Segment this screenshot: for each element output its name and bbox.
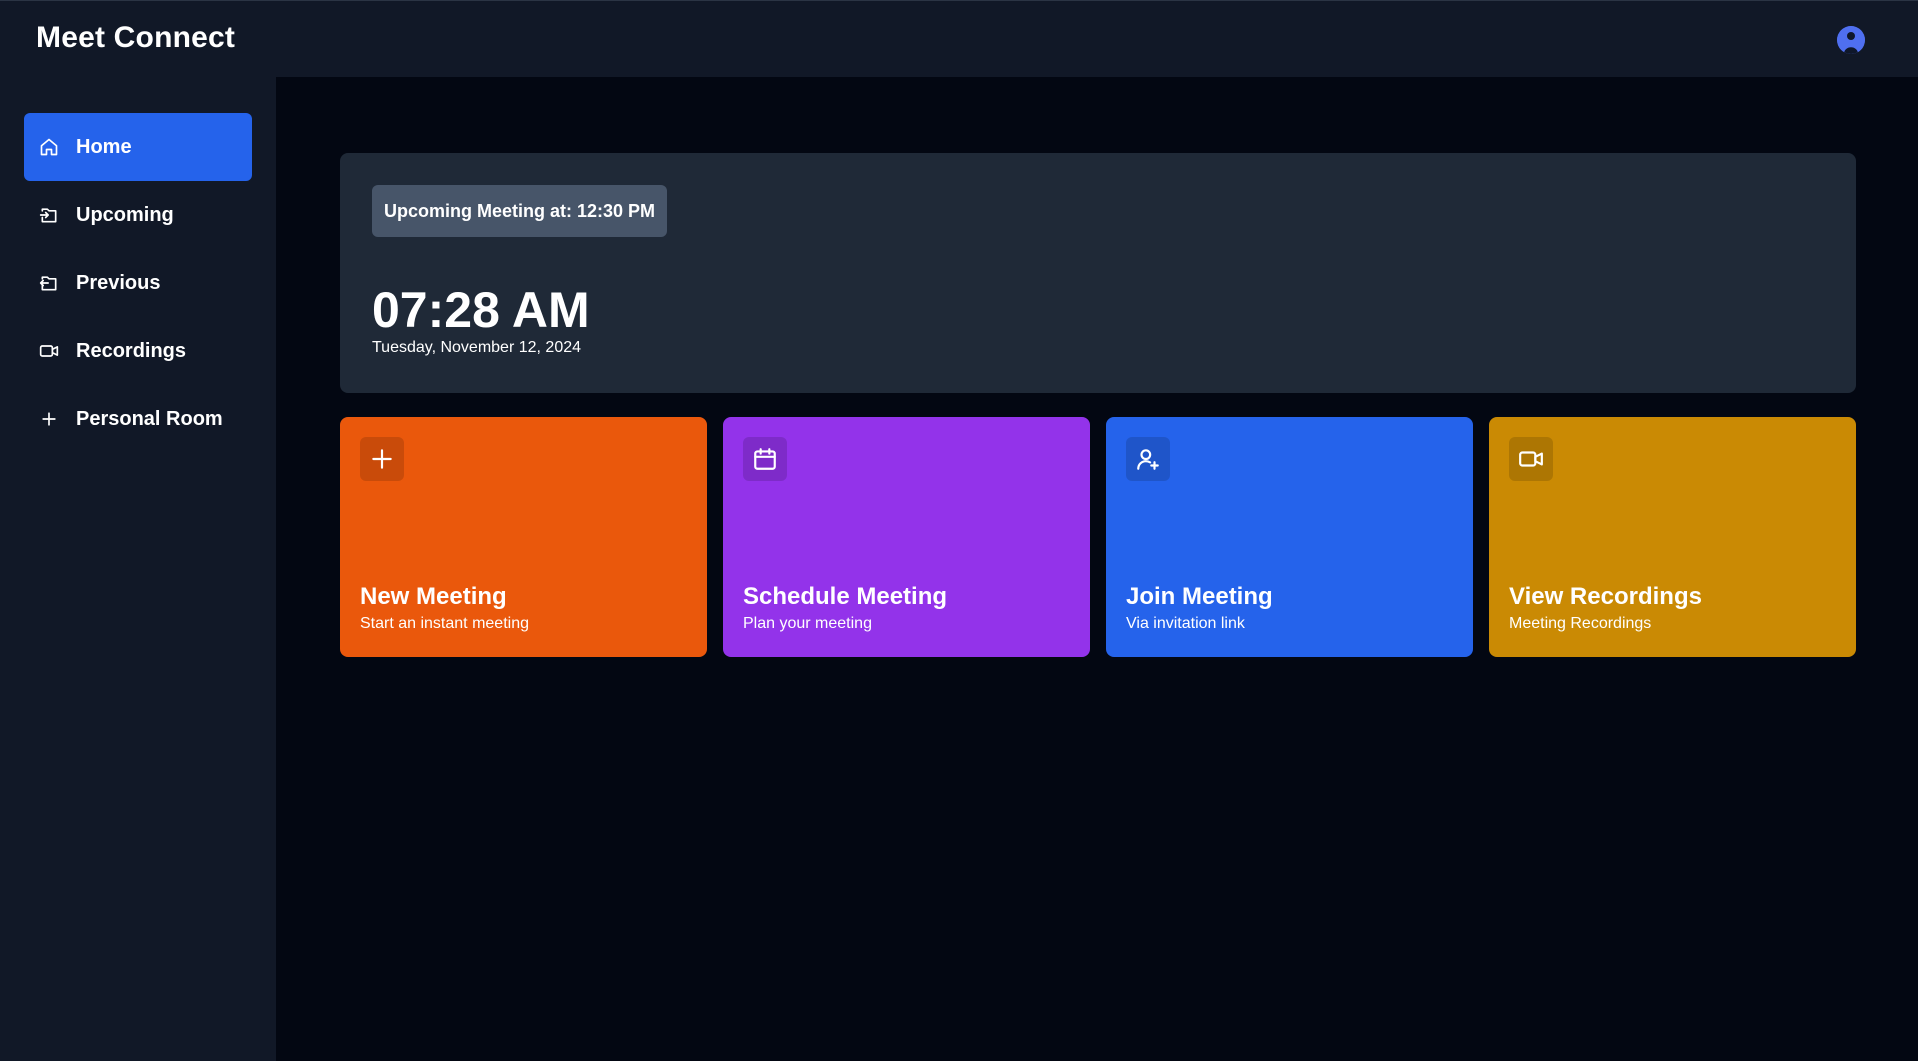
video-icon: [1509, 437, 1553, 481]
sidebar-item-label: Upcoming: [76, 203, 174, 226]
sidebar-item-upcoming[interactable]: Upcoming: [24, 181, 252, 249]
current-date: Tuesday, November 12, 2024: [372, 339, 582, 356]
sidebar-item-label: Home: [76, 135, 132, 158]
top-bar: Meet Connect: [0, 0, 1918, 77]
sidebar-item-label: Personal Room: [76, 407, 223, 430]
card-subtitle: Via invitation link: [1126, 615, 1245, 632]
app-root: Meet Connect Home Upcoming Previous Reco…: [0, 0, 1918, 1061]
sidebar-item-home[interactable]: Home: [24, 113, 252, 181]
app-title: Meet Connect: [36, 21, 236, 54]
card-title: Schedule Meeting: [743, 583, 948, 610]
card-subtitle: Start an instant meeting: [360, 615, 529, 632]
video-icon: [39, 341, 59, 361]
new-meeting-card[interactable]: New Meeting Start an instant meeting: [340, 417, 707, 657]
home-icon: [39, 137, 59, 157]
sidebar-item-recordings[interactable]: Recordings: [24, 317, 252, 385]
sidebar: Home Upcoming Previous Recordings Person…: [0, 77, 276, 1061]
card-title: New Meeting: [360, 583, 507, 610]
join-meeting-card[interactable]: Join Meeting Via invitation link: [1106, 417, 1473, 657]
sidebar-item-previous[interactable]: Previous: [24, 249, 252, 317]
user-plus-icon: [1126, 437, 1170, 481]
sidebar-item-label: Previous: [76, 271, 161, 294]
upcoming-icon: [39, 205, 59, 225]
schedule-meeting-card[interactable]: Schedule Meeting Plan your meeting: [723, 417, 1090, 657]
card-title: Join Meeting: [1126, 583, 1273, 610]
card-subtitle: Plan your meeting: [743, 615, 872, 632]
plus-icon: [39, 409, 59, 429]
view-recordings-card[interactable]: View Recordings Meeting Recordings: [1489, 417, 1856, 657]
previous-icon: [39, 273, 59, 293]
current-time: 07:28 AM: [372, 282, 590, 338]
user-avatar-icon[interactable]: [1837, 26, 1865, 54]
sidebar-item-label: Recordings: [76, 339, 187, 362]
card-subtitle: Meeting Recordings: [1509, 615, 1652, 632]
sidebar-item-personal-room[interactable]: Personal Room: [24, 385, 252, 453]
card-title: View Recordings: [1509, 583, 1702, 610]
upcoming-meeting-badge: Upcoming Meeting at: 12:30 PM: [372, 185, 668, 237]
plus-icon: [360, 437, 404, 481]
hero-card: Upcoming Meeting at: 12:30 PM 07:28 AM T…: [340, 153, 1856, 393]
calendar-icon: [743, 437, 787, 481]
